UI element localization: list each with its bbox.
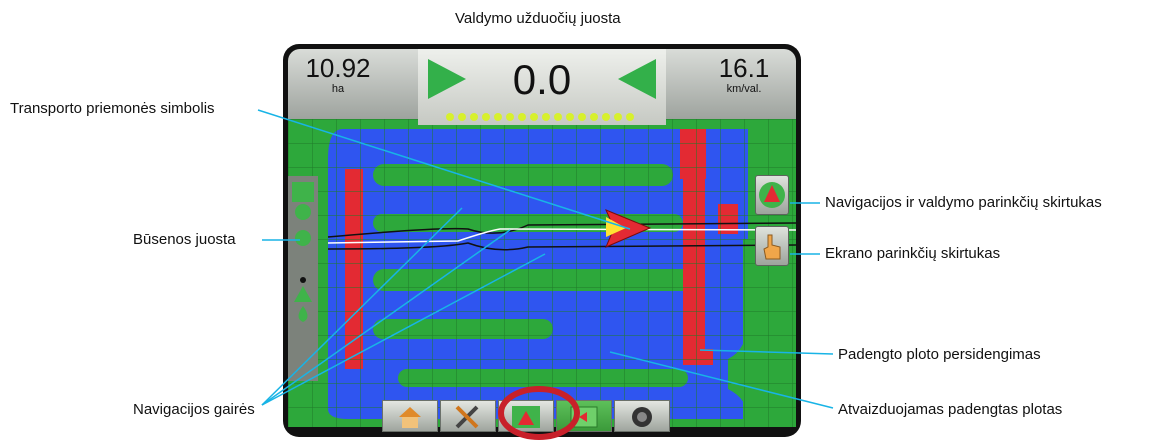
lightbar-dot [494,113,502,121]
speed-readout[interactable]: 16.1 km/val. [698,53,790,95]
lightbar-dot [542,113,550,121]
vehicle-symbol-label: Transporto priemonės simbolis [10,100,215,117]
coverage-map[interactable] [288,119,796,427]
display-options-tab[interactable] [755,226,789,266]
boom-status-icon[interactable] [294,277,312,322]
speed-value: 16.1 [718,53,770,83]
status-bar [288,176,318,381]
lightbar-dot [446,113,454,121]
lightbar-dot [482,113,490,121]
area-value: 10.92 [305,53,371,83]
guide-lines-label: Navigacijos gairės [133,401,255,418]
camera-button[interactable] [614,400,670,432]
guidance-icon [512,406,540,428]
grid-overlay [288,119,796,427]
home-button[interactable] [382,400,438,432]
guidance-button[interactable] [498,400,554,432]
control-bar-label: Valdymo užduočių juosta [455,10,621,27]
lightbar-dot [566,113,574,121]
guidance-bar[interactable]: 0.0 [418,49,666,125]
tools-button[interactable] [440,400,496,432]
nav-options-icon [759,182,785,208]
home-icon [399,407,421,428]
area-unit: ha [331,83,345,95]
status-bar-label: Būsenos juosta [133,231,236,248]
lightbar-dot [578,113,586,121]
lightbar-dot [470,113,478,121]
lightbar-dot [458,113,466,121]
map-drawing [288,119,796,427]
map-icon [570,406,598,428]
lightbar-dot [602,113,610,121]
cross-track-value: 0.0 [512,56,572,103]
nav-options-tab-label: Navigacijos ir valdymo parinkčių skirtuk… [825,194,1102,211]
display-options-tab-label: Ekrano parinkčių skirtukas [825,245,1001,262]
status-icons [292,182,314,322]
lightbar-dot [614,113,622,121]
lightbar-dot [626,113,634,121]
tools-icon [455,405,479,429]
map-button[interactable] [556,400,612,432]
speed-unit: km/val. [726,83,762,95]
nav-options-tab[interactable] [755,175,789,215]
area-readout[interactable]: 10.92 ha [292,53,384,95]
gnss-status-icon[interactable] [295,230,311,246]
overlap-label: Padengto ploto persidengimas [838,346,1041,363]
lightbar-dot [530,113,538,121]
coverage-label: Atvaizduojamas padengtas plotas [838,401,1063,418]
lightbar-dot [554,113,562,121]
display-options-icon [763,234,781,260]
lightbar-dot [590,113,598,121]
camera-icon [632,407,652,427]
lightbar-dot [506,113,514,121]
steering-status-icon[interactable] [292,182,314,220]
lightbar-dot [518,113,526,121]
bottom-menu-bar [288,400,796,432]
control-task-bar: 10.92 ha 0.0 16.1 km/val. [288,49,796,125]
